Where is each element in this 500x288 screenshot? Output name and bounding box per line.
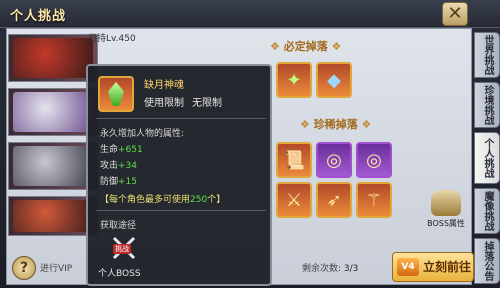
boss-card[interactable] (8, 88, 98, 136)
boss-list (8, 34, 98, 252)
source-tag: 挑战 (113, 244, 131, 254)
window-title: 个人挑战 (10, 9, 67, 24)
tab-golem-challenge[interactable]: 魔像挑战 (474, 188, 500, 234)
go-now-label: 立刻前往 (423, 260, 472, 274)
staff-icon: ⚚ (365, 189, 383, 211)
limit-value: 无限制 (192, 98, 222, 109)
drop-item-slot[interactable]: ✦ (276, 62, 312, 98)
stat-row: 生命+651 (100, 142, 143, 155)
side-tabs: 世界挑战 珍境挑战 个人挑战 魔像挑战 掉落公告 (474, 28, 500, 288)
boss-attribute-label: BOSS属性 (427, 219, 465, 228)
drop-item-slot[interactable]: ◎ (316, 142, 352, 178)
stat-value: +34 (118, 161, 138, 171)
guaranteed-drops-label: 必定掉落 (283, 40, 328, 53)
ornament-icon: ❖ (300, 118, 314, 131)
item-description: 永久增加人物的属性: (100, 129, 185, 139)
boss-card[interactable] (8, 142, 98, 190)
note-prefix: 【每个角色最多可使用 (100, 195, 191, 205)
weapon-icon: ⚔ (285, 189, 303, 211)
green-gem-icon: ✦ (286, 69, 302, 91)
ornament-icon: ❖ (270, 40, 284, 53)
stat-value: +15 (118, 177, 138, 187)
drop-item-slot[interactable]: ⚚ (356, 182, 392, 218)
drop-item-slot[interactable]: ◆ (316, 62, 352, 98)
boss-portrait-icon (13, 146, 93, 186)
drop-item-slot[interactable]: ⚔ (276, 182, 312, 218)
green-gem-icon (108, 82, 124, 106)
divider (96, 210, 266, 211)
drop-item-slot[interactable]: ➶ (316, 182, 352, 218)
scroll-icon: 📜 (282, 149, 306, 171)
necklace-icon: ◎ (326, 149, 342, 171)
stat-name: 攻击 (100, 161, 119, 171)
boss-portrait-icon (13, 38, 93, 78)
vip-badge-icon: V4 (397, 258, 419, 276)
stat-row: 防御+15 (100, 174, 137, 187)
divider (96, 118, 266, 119)
close-button[interactable]: ✕ (442, 2, 468, 26)
stat-row: 攻击+34 (100, 158, 137, 171)
note-count: 250 (190, 195, 208, 205)
item-limit: 使用限制 无限制 (144, 94, 222, 109)
go-now-button[interactable]: V4 立刻前往 (392, 252, 474, 282)
usage-note: 【每个角色最多可使用250个】 (100, 192, 225, 205)
boss-card[interactable] (8, 196, 98, 236)
boss-portrait-icon (13, 92, 93, 132)
boss-level-tag: 日持Lv.450 (88, 34, 136, 44)
item-tooltip: 缺月神魂 使用限制 无限制 永久增加人物的属性: 生命+651 攻击+34 防御+… (86, 64, 272, 286)
stat-name: 防御 (100, 177, 119, 187)
guaranteed-drops-title: ❖ 必定掉落 ❖ (270, 38, 341, 54)
item-name: 缺月神魂 (144, 80, 184, 91)
help-button[interactable]: ? (12, 256, 36, 280)
stat-value: +651 (118, 145, 143, 155)
necklace-icon: ◎ (366, 149, 382, 171)
ornament-icon: ❖ (327, 40, 342, 53)
blue-crystal-icon: ◆ (327, 69, 341, 91)
tab-drop-announcement[interactable]: 掉落公告 (474, 238, 500, 284)
limit-label: 使用限制 (144, 98, 184, 109)
rare-drops-title: ❖ 珍稀掉落 ❖ (300, 116, 371, 132)
ornament-icon: ❖ (357, 118, 372, 131)
item-icon (98, 76, 134, 112)
boss-skull-icon (431, 190, 461, 216)
boss-card[interactable] (8, 34, 98, 82)
remaining-attempts: 剩余次数: 3/3 (302, 261, 358, 274)
title-bar: 个人挑战 ✕ (0, 0, 500, 28)
source-entry[interactable]: 挑战 (110, 234, 138, 262)
rare-drops-label: 珍稀掉落 (313, 118, 358, 131)
note-suffix: 个】 (207, 195, 226, 205)
boss-portrait-icon (13, 200, 93, 232)
source-label: 个人BOSS (98, 269, 141, 279)
drop-item-slot[interactable]: 📜 (276, 142, 312, 178)
remaining-value: 3/3 (343, 264, 359, 274)
tab-realm-challenge[interactable]: 珍境挑战 (474, 82, 500, 128)
boss-attribute-button[interactable]: BOSS属性 (422, 190, 470, 229)
tab-personal-challenge[interactable]: 个人挑战 (474, 132, 500, 184)
bow-icon: ➶ (326, 189, 342, 211)
drop-item-slot[interactable]: ◎ (356, 142, 392, 178)
remaining-label: 剩余次数: (302, 264, 342, 274)
stat-name: 生命 (100, 145, 119, 155)
window-frame: 个人挑战 ✕ 日持Lv.450 ❖ 必定掉落 ❖ ✦ ◆ ❖ 珍稀掉落 ❖ 📜 … (0, 0, 500, 288)
tab-world-challenge[interactable]: 世界挑战 (474, 32, 500, 78)
source-title: 获取途径 (100, 221, 137, 231)
vip-hint-text: 进行VIP (40, 264, 73, 274)
